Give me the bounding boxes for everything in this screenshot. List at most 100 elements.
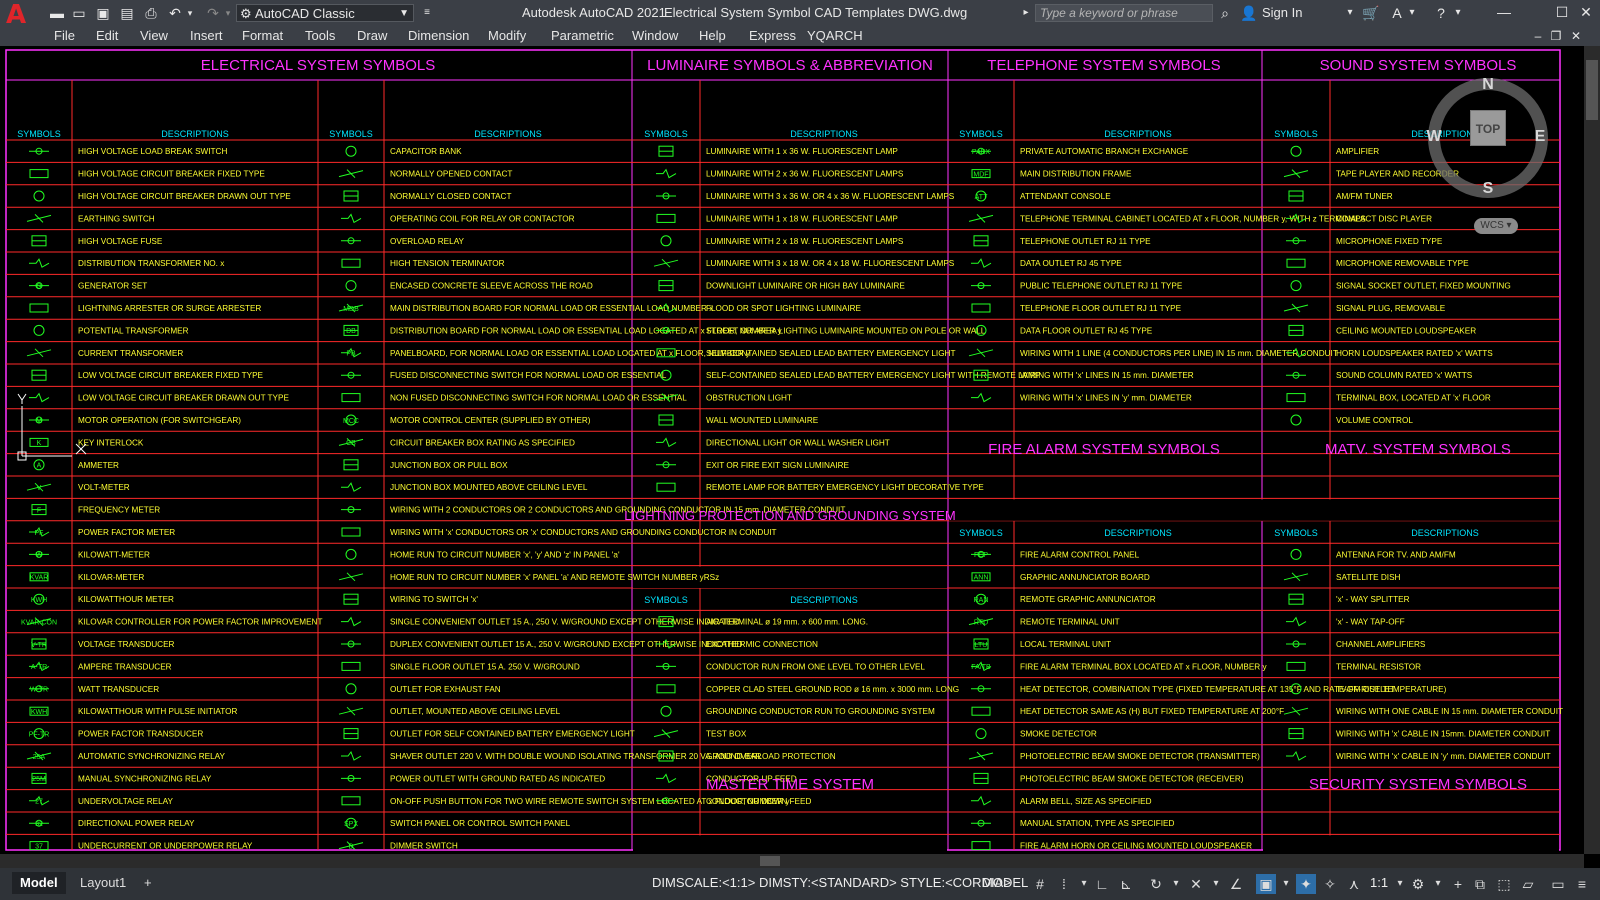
search-input[interactable]: Type a keyword or phrase: [1035, 4, 1213, 22]
compass-west[interactable]: W: [1424, 128, 1444, 146]
menu-tools[interactable]: Tools: [305, 28, 335, 43]
menu-modify[interactable]: Modify: [488, 28, 526, 43]
hardware-acceleration-icon[interactable]: ⬚: [1494, 874, 1514, 894]
horizontal-scrollbar[interactable]: [0, 854, 1584, 868]
doc-close-icon[interactable]: ✕: [1568, 27, 1584, 45]
menu-express[interactable]: Express: [749, 28, 796, 43]
menu-yqarch[interactable]: YQARCH: [807, 28, 863, 43]
save-icon[interactable]: ▣: [94, 4, 112, 22]
customization-menu-icon[interactable]: ≡: [1572, 874, 1592, 894]
minimize-icon[interactable]: —: [1494, 3, 1514, 21]
lightning-header-descriptions: DESCRIPTIONS: [790, 595, 858, 605]
snap-dropdown-icon[interactable]: ▾: [1074, 874, 1094, 894]
save-as-icon[interactable]: ▤: [118, 4, 136, 22]
column-header-descriptions: DESCRIPTIONS: [790, 129, 858, 139]
dynamic-input-icon[interactable]: ⊾: [1116, 874, 1136, 894]
menu-help[interactable]: Help: [699, 28, 726, 43]
cart-icon[interactable]: 🛒: [1362, 4, 1380, 22]
auto-scale-icon[interactable]: ✧: [1320, 874, 1340, 894]
title-luminaire: LUMINAIRE SYMBOLS & ABBREVIATION: [647, 57, 933, 74]
ucs-wcs-button[interactable]: WCS ▾: [1474, 218, 1518, 234]
selection-cycling-icon[interactable]: ▣: [1256, 874, 1276, 894]
grid-icon[interactable]: #: [1030, 874, 1050, 894]
fire-alarm-description: FIRE ALARM TERMINAL BOX LOCATED AT x FLO…: [1020, 662, 1267, 671]
doc-restore-icon[interactable]: ❐: [1548, 27, 1564, 45]
polar-tracking-icon[interactable]: ↻: [1146, 874, 1166, 894]
electrical-a-description: GENERATOR SET: [78, 282, 147, 291]
viewcube[interactable]: N S E W TOP: [1418, 68, 1558, 208]
polar-dropdown-icon[interactable]: ▾: [1166, 874, 1186, 894]
workspace-switch-icon[interactable]: ⚙: [1408, 874, 1428, 894]
sign-in-link[interactable]: Sign In: [1262, 5, 1302, 20]
redo-dropdown-icon[interactable]: ▾: [222, 4, 234, 22]
scale-dropdown-icon[interactable]: ▾: [1390, 874, 1410, 894]
search-icon[interactable]: ⌕: [1216, 4, 1234, 22]
user-icon[interactable]: 👤: [1240, 4, 1258, 22]
autodesk-a360-icon[interactable]: A: [1388, 4, 1406, 22]
compass-south[interactable]: S: [1470, 180, 1506, 198]
menu-insert[interactable]: Insert: [190, 28, 223, 43]
workspace-selector[interactable]: ⚙ AutoCAD Classic ▼: [236, 4, 414, 22]
vertical-scroll-thumb[interactable]: [1586, 60, 1598, 120]
ortho-icon[interactable]: ∟: [1092, 874, 1112, 894]
annotation-scale-icon[interactable]: ⋏: [1344, 874, 1364, 894]
help-dropdown-icon[interactable]: ▾: [1452, 4, 1464, 22]
units-icon[interactable]: ▱: [1518, 874, 1538, 894]
fire-header-symbols: SYMBOLS: [959, 528, 1003, 538]
vertical-scrollbar[interactable]: [1584, 46, 1600, 854]
menu-file[interactable]: File: [54, 28, 75, 43]
electrical-a-description: HIGH VOLTAGE LOAD BREAK SWITCH: [78, 147, 227, 156]
new-file-icon[interactable]: ▬: [48, 4, 66, 22]
maximize-icon[interactable]: ☐: [1552, 3, 1572, 21]
model-space-button[interactable]: MODEL: [982, 875, 1028, 890]
menu-view[interactable]: View: [140, 28, 168, 43]
tab-layout1[interactable]: Layout1: [72, 872, 134, 894]
lineweight-icon[interactable]: ∠: [1226, 874, 1246, 894]
object-snap-tracking-icon[interactable]: ✕: [1186, 874, 1206, 894]
sound-symbol: [1286, 393, 1306, 403]
menu-draw[interactable]: Draw: [357, 28, 387, 43]
annotation-monitor-icon[interactable]: +: [1448, 874, 1468, 894]
tab-model[interactable]: Model: [12, 872, 66, 894]
menu-window[interactable]: Window: [632, 28, 678, 43]
undo-dropdown-icon[interactable]: ▾: [184, 4, 196, 22]
compass-north[interactable]: N: [1470, 76, 1506, 94]
osnap-dropdown-icon[interactable]: ▾: [1206, 874, 1226, 894]
redo-icon[interactable]: ↷: [204, 4, 222, 22]
electrical-a-description: KILOVAR-METER: [78, 573, 144, 582]
open-folder-icon[interactable]: ▭: [70, 4, 88, 22]
fire-alarm-symbol-label: FA/TB: [971, 664, 991, 671]
annotation-scale-value[interactable]: 1:1: [1370, 875, 1388, 890]
electrical-a-description: POWER FACTOR METER: [78, 528, 175, 537]
a360-dropdown-icon[interactable]: ▾: [1406, 4, 1418, 22]
doc-minimize-icon[interactable]: –: [1530, 27, 1546, 45]
electrical-b-symbol: [341, 506, 361, 514]
selection-dropdown-icon[interactable]: ▾: [1276, 874, 1296, 894]
print-icon[interactable]: ⎙: [142, 4, 160, 22]
add-layout-tab-button[interactable]: +: [136, 872, 160, 894]
isolate-objects-icon[interactable]: ⧉: [1470, 874, 1490, 894]
electrical-b-description: HOME RUN TO CIRCUIT NUMBER 'x' PANEL 'a'…: [390, 573, 719, 582]
annotation-visibility-icon[interactable]: ✦: [1296, 874, 1316, 894]
electrical-a-symbol: A-TR: [29, 661, 50, 671]
electrical-b-symbol: [338, 169, 364, 178]
expand-arrow-icon[interactable]: ▸: [1020, 4, 1032, 22]
sign-in-dropdown-icon[interactable]: ▾: [1344, 4, 1356, 22]
viewcube-top-face[interactable]: TOP: [1470, 110, 1506, 146]
menu-dimension[interactable]: Dimension: [408, 28, 469, 43]
lightning-description: CONDUCTOR RUN FROM ONE LEVEL TO OTHER LE…: [706, 662, 925, 671]
snap-icon[interactable]: ⁞: [1054, 874, 1074, 894]
menu-format[interactable]: Format: [242, 28, 283, 43]
autocad-logo-icon[interactable]: A: [6, 2, 26, 28]
close-icon[interactable]: ✕: [1576, 3, 1596, 21]
compass-east[interactable]: E: [1530, 128, 1550, 146]
workspace-dropdown-icon[interactable]: ▾: [1428, 874, 1448, 894]
horizontal-scroll-thumb[interactable]: [760, 856, 780, 866]
quick-access-customize-icon[interactable]: ≡: [420, 4, 434, 22]
help-icon[interactable]: ?: [1432, 4, 1450, 22]
clean-screen-icon[interactable]: ▭: [1548, 874, 1568, 894]
undo-icon[interactable]: ↶: [166, 4, 184, 22]
drawing-canvas[interactable]: SYMBOLS DESCRIPTIONS SYMBOLS DESCRIPTIONS SY…: [0, 46, 1584, 854]
menu-parametric[interactable]: Parametric: [551, 28, 614, 43]
menu-edit[interactable]: Edit: [96, 28, 118, 43]
